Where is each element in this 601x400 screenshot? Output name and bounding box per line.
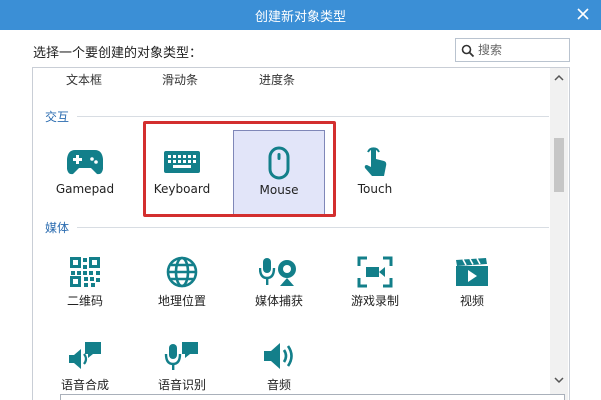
gamepad-icon: [39, 146, 131, 178]
speech-recognition-icon: [136, 340, 228, 372]
list-item-slider[interactable]: 滑动条: [162, 71, 198, 88]
tile-label: 地理位置: [157, 294, 206, 308]
description-field: [60, 394, 565, 400]
title-bar: 创建新对象类型: [0, 0, 601, 30]
search-input[interactable]: [478, 41, 566, 59]
section-label-media: 媒体: [45, 221, 70, 235]
scrollbar-thumb[interactable]: [554, 138, 564, 192]
tile-gamepad[interactable]: Gamepad: [39, 130, 131, 216]
globe-icon: [136, 256, 228, 288]
object-type-list: 文本框 滑动条 进度条 交互 Gamepad Keyboard Mouse To…: [32, 67, 570, 400]
tile-label: Touch: [357, 182, 393, 196]
list-item-textbox[interactable]: 文本框: [66, 71, 102, 88]
tile-qr-code[interactable]: 二维码: [39, 240, 131, 326]
vertical-scrollbar[interactable]: [550, 68, 568, 400]
section-divider: [77, 116, 549, 117]
tile-label: 语音识别: [157, 378, 206, 392]
tile-keyboard[interactable]: Keyboard: [136, 130, 228, 216]
tile-label: Keyboard: [153, 182, 211, 196]
close-icon[interactable]: [573, 3, 593, 25]
media-capture-icon: [233, 256, 325, 288]
tile-speech-recognition[interactable]: 语音识别: [136, 324, 228, 400]
tile-audio[interactable]: 音频: [233, 324, 325, 400]
keyboard-icon: [136, 146, 228, 178]
tile-video[interactable]: 视频: [426, 240, 518, 326]
tile-label: 二维码: [66, 294, 103, 308]
list-item-progressbar[interactable]: 进度条: [259, 71, 295, 88]
mouse-icon: [234, 146, 324, 180]
tile-label: 媒体捕获: [254, 294, 303, 308]
audio-icon: [233, 340, 325, 372]
tile-label: 游戏录制: [350, 294, 399, 308]
section-divider: [77, 227, 549, 228]
tile-label: 视频: [459, 294, 484, 308]
scroll-up-icon[interactable]: [550, 70, 568, 86]
tile-label: 语音合成: [60, 378, 109, 392]
section-label-interaction: 交互: [45, 110, 70, 124]
search-box[interactable]: [455, 38, 570, 62]
window-title: 创建新对象类型: [254, 10, 346, 25]
qr-code-icon: [39, 256, 131, 288]
tile-speech-synthesis[interactable]: 语音合成: [39, 324, 131, 400]
tile-touch[interactable]: Touch: [329, 130, 421, 216]
tile-label: Mouse: [259, 183, 299, 197]
tile-media-capture[interactable]: 媒体捕获: [233, 240, 325, 326]
tile-geolocation[interactable]: 地理位置: [136, 240, 228, 326]
game-recording-icon: [329, 256, 421, 288]
tile-mouse[interactable]: Mouse: [233, 130, 325, 216]
search-icon: [461, 43, 475, 58]
tile-label: 音频: [266, 378, 291, 392]
scroll-down-icon[interactable]: [550, 372, 568, 388]
tile-game-recording[interactable]: 游戏录制: [329, 240, 421, 326]
speech-synthesis-icon: [39, 340, 131, 372]
touch-icon: [329, 146, 421, 178]
video-icon: [426, 256, 518, 288]
prompt-label: 选择一个要创建的对象类型：: [33, 46, 203, 61]
tile-label: Gamepad: [55, 182, 115, 196]
